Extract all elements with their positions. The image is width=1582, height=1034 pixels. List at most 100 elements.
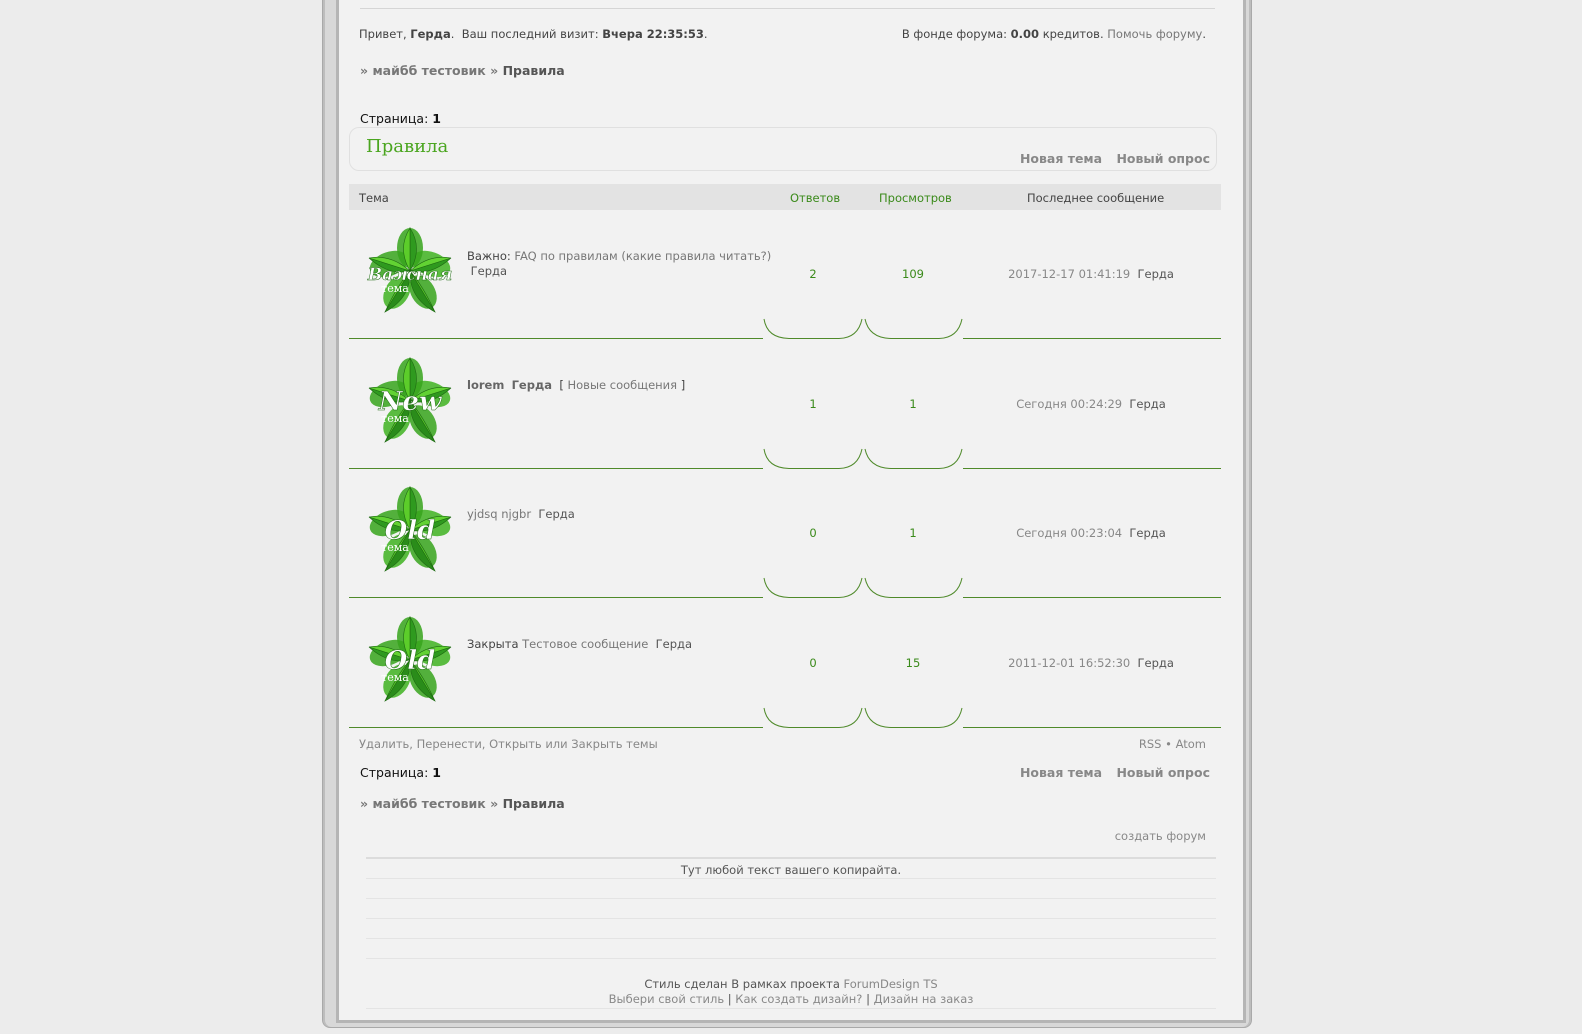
new-topic-leaf-icon: Newтема xyxy=(368,356,452,443)
breadcrumb-separator: » xyxy=(490,63,499,78)
feed-separator: • xyxy=(1165,737,1172,751)
footer-links: Выбери свой стиль | Как создать дизайн? … xyxy=(366,992,1216,1006)
footer-line xyxy=(366,958,1216,959)
last-visit-time: Вчера 22:35:53 xyxy=(602,27,704,41)
topic-author[interactable]: Герда xyxy=(512,378,552,392)
how-to-design-link[interactable]: Как создать дизайн? xyxy=(735,992,862,1006)
new-topic-button[interactable]: Новая тема xyxy=(1020,765,1102,780)
divider xyxy=(360,8,1215,9)
footer-link-separator: | xyxy=(727,992,732,1006)
topic-actions-bottom: Новая тема Новый опрос xyxy=(1010,765,1210,780)
atom-link[interactable]: Atom xyxy=(1176,737,1206,751)
topic-prefix: Закрыта xyxy=(467,637,519,651)
breadcrumb-separator: » xyxy=(490,796,499,811)
new-posts-link[interactable]: Новые сообщения xyxy=(568,378,678,392)
table-row: Old тема Закрыта Тестовое сообщение Герда 0… xyxy=(349,599,1221,728)
breadcrumb-separator: » xyxy=(360,63,369,78)
last-post: Сегодня 00:23:04 Герда xyxy=(961,526,1221,540)
topic-author[interactable]: Герда xyxy=(538,507,574,521)
forumdesign-link[interactable]: ForumDesign TS xyxy=(844,977,938,991)
breadcrumb-root-link[interactable]: майбб тестовик xyxy=(372,63,485,78)
important-topic-leaf-icon: Важнаятема xyxy=(366,226,453,313)
row-separator xyxy=(349,707,1221,728)
footer-line xyxy=(366,918,1216,919)
last-post-date[interactable]: 2017-12-17 01:41:19 xyxy=(1008,267,1130,281)
topic-info: lorem Герда [ Новые сообщения ] xyxy=(467,378,685,393)
last-post-date[interactable]: Сегодня 00:24:29 xyxy=(1016,397,1122,411)
footer-link-separator: | xyxy=(866,992,870,1006)
topic-author[interactable]: Герда xyxy=(471,264,507,278)
old-topic-leaf-icon: Oldтема xyxy=(368,485,452,572)
topic-title-link[interactable]: FAQ по правилам (какие правила читать?) xyxy=(514,249,771,263)
last-post: 2011-12-01 16:52:30 Герда xyxy=(961,656,1221,670)
topic-info: yjdsq njgbr Герда xyxy=(467,507,575,522)
replies-count: 0 xyxy=(809,526,817,540)
copyright-text: Тут любой текст вашего копирайта. xyxy=(680,863,902,877)
rss-link[interactable]: RSS xyxy=(1139,737,1162,751)
last-post: Сегодня 00:24:29 Герда xyxy=(961,397,1221,411)
topic-info: Закрыта Тестовое сообщение Герда xyxy=(467,637,692,652)
table-row: New тема lorem Герда [ Новые сообщения ] 1 1… xyxy=(349,340,1221,469)
footer-line xyxy=(366,938,1216,939)
topic-info: Важно: FAQ по правилам (какие правила чи… xyxy=(467,249,771,279)
topic-actions-top: Новая тема Новый опрос xyxy=(1010,151,1210,166)
icon-label: Важная xyxy=(367,265,453,285)
last-post-author[interactable]: Герда xyxy=(1129,526,1165,540)
last-post-date[interactable]: Сегодня 00:23:04 xyxy=(1016,526,1122,540)
breadcrumb-bottom: » майбб тестовик » Правила xyxy=(360,796,565,811)
pagination-label: Страница: xyxy=(360,111,429,126)
new-poll-button[interactable]: Новый опрос xyxy=(1116,151,1210,166)
icon-sublabel: тема xyxy=(381,282,409,295)
footer-line xyxy=(366,857,1216,859)
choose-style-link[interactable]: Выбери свой стиль xyxy=(609,992,724,1006)
last-post-author[interactable]: Герда xyxy=(1138,267,1174,281)
row-separator xyxy=(349,448,1221,469)
column-views[interactable]: Просмотров xyxy=(879,191,952,205)
last-visit-label: Ваш последний визит: xyxy=(461,27,599,41)
pagination-bottom: Страница: 1 xyxy=(360,765,441,780)
last-post-author[interactable]: Герда xyxy=(1129,397,1165,411)
row-separator xyxy=(349,577,1221,598)
pagination-current: 1 xyxy=(432,765,441,780)
new-topic-button[interactable]: Новая тема xyxy=(1020,151,1102,166)
icon-sublabel: тема xyxy=(381,671,409,684)
moderation-links[interactable]: Удалить, Перенести, Открыть или Закрыть … xyxy=(359,737,658,751)
last-post: 2017-12-17 01:41:19 Герда xyxy=(961,267,1221,281)
new-posts-bracket: ] xyxy=(680,378,686,392)
views-count: 1 xyxy=(909,526,917,540)
create-forum-link[interactable]: создать форум xyxy=(1115,829,1206,843)
pagination-label: Страница: xyxy=(360,765,429,780)
replies-count: 0 xyxy=(809,656,817,670)
topic-prefix: Важно: xyxy=(467,249,511,263)
icon-sublabel: тема xyxy=(381,541,409,554)
pagination: Страница: 1 xyxy=(360,111,441,126)
fund-unit: кредитов. xyxy=(1042,27,1104,41)
new-poll-button[interactable]: Новый опрос xyxy=(1116,765,1210,780)
breadcrumb: » майбб тестовик » Правила xyxy=(360,63,565,78)
replies-count: 2 xyxy=(809,267,817,281)
username[interactable]: Герда xyxy=(410,27,450,41)
topic-title-link[interactable]: yjdsq njgbr xyxy=(467,507,531,521)
table-row: Важная тема Важно: FAQ по правилам (какие … xyxy=(349,210,1221,339)
last-post-date[interactable]: 2011-12-01 16:52:30 xyxy=(1008,656,1130,670)
help-forum-link[interactable]: Помочь форуму xyxy=(1107,27,1202,41)
breadcrumb-separator: » xyxy=(360,796,369,811)
topic-author[interactable]: Герда xyxy=(656,637,692,651)
column-last-post: Последнее сообщение xyxy=(1027,191,1165,205)
column-topic: Тема xyxy=(359,191,389,205)
footer-line xyxy=(366,898,1216,899)
topic-title-link[interactable]: Тестовое сообщение xyxy=(522,637,648,651)
views-count: 1 xyxy=(909,397,917,411)
custom-design-link[interactable]: Дизайн на заказ xyxy=(874,992,974,1006)
old-topic-leaf-icon: Oldтема xyxy=(368,615,452,702)
pagination-current: 1 xyxy=(432,111,441,126)
breadcrumb-root-link[interactable]: майбб тестовик xyxy=(372,796,485,811)
last-post-author[interactable]: Герда xyxy=(1138,656,1174,670)
fund-label: В фонде форума: xyxy=(901,27,1007,41)
footer-line xyxy=(366,878,1216,879)
topic-title-link[interactable]: lorem xyxy=(467,378,504,392)
column-replies[interactable]: Ответов xyxy=(790,191,840,205)
forum-fund: В фонде форума: 0.00 кредитов. Помочь фо… xyxy=(901,27,1206,41)
feed-links: RSS • Atom xyxy=(1139,737,1206,751)
style-credit: Стиль сделан В рамках проекта ForumDesig… xyxy=(366,977,1216,991)
